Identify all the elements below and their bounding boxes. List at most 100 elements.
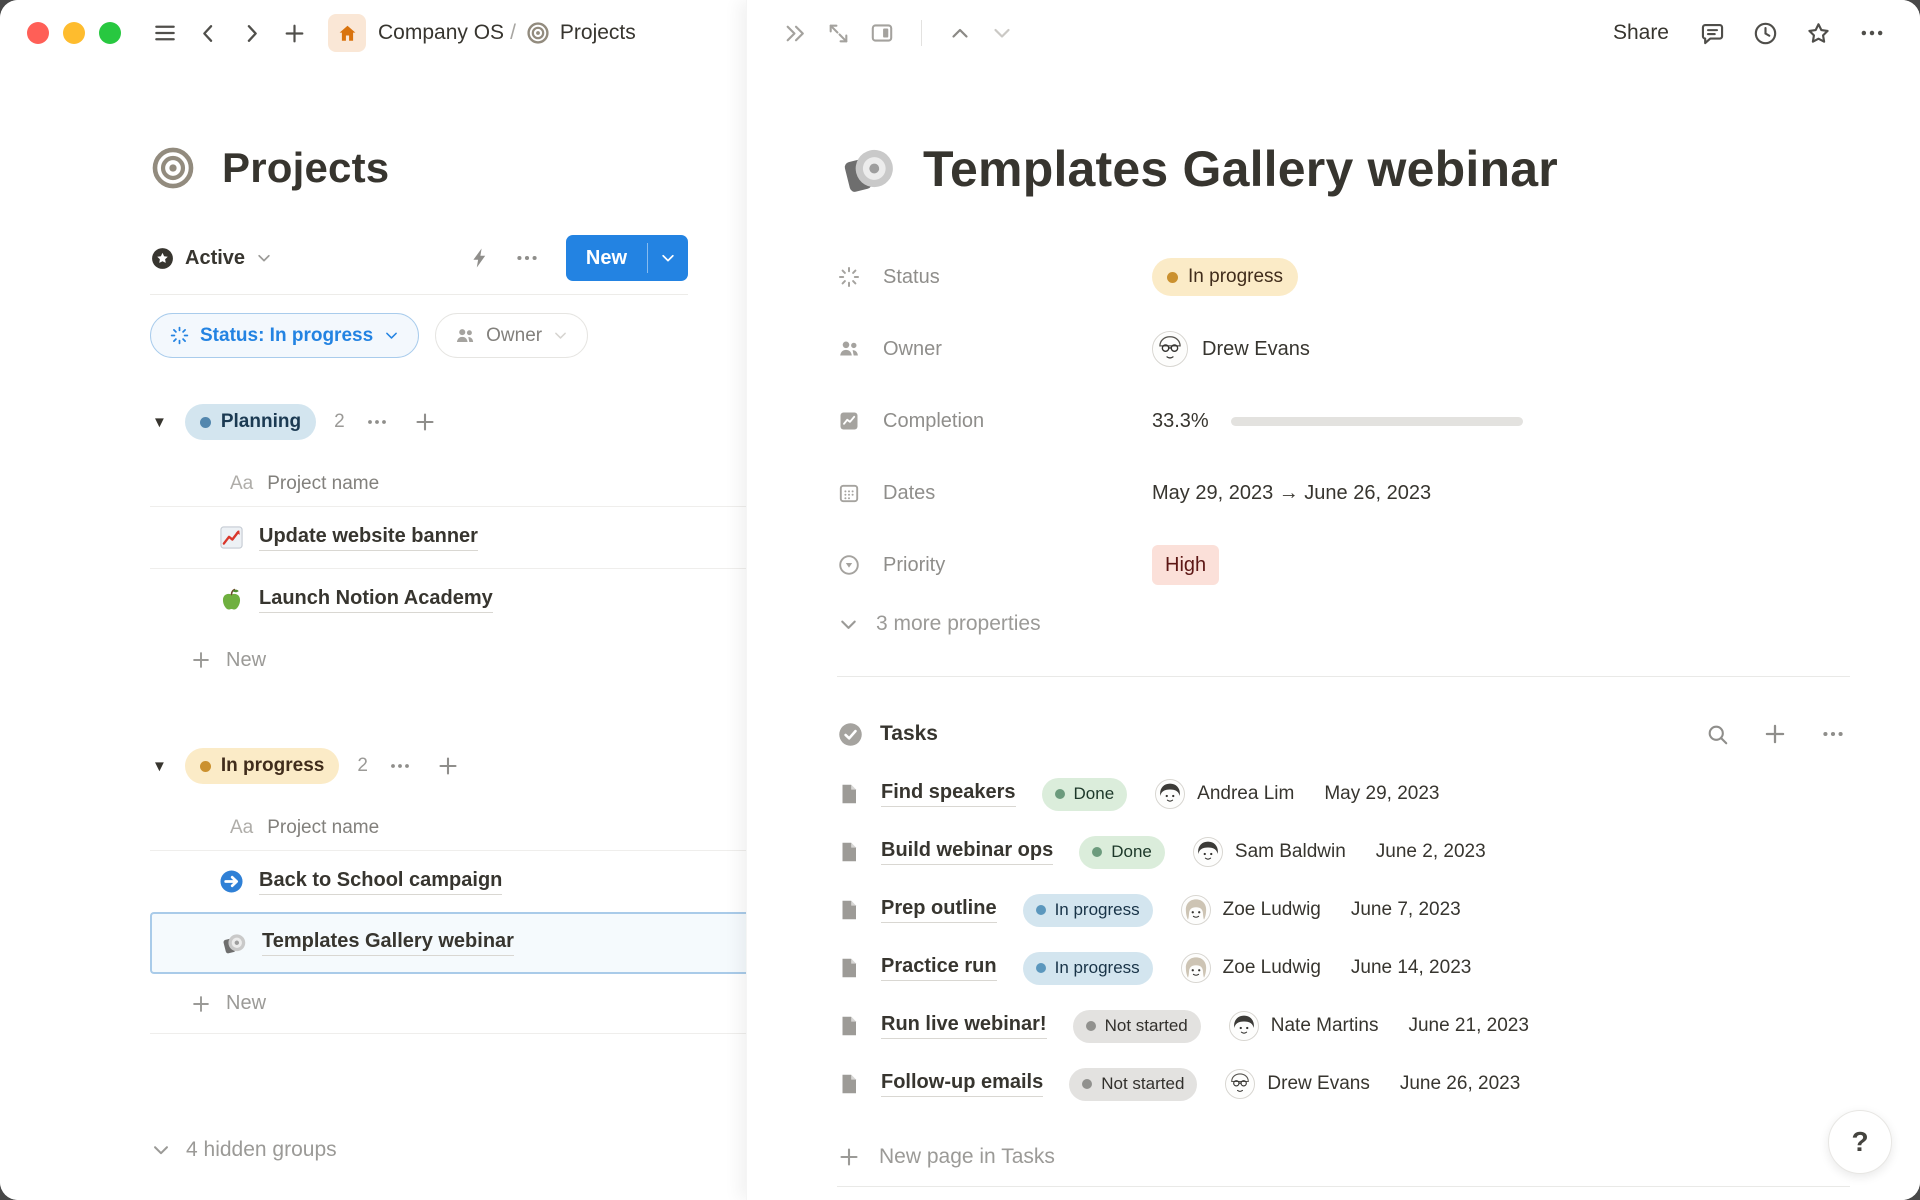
- sidebar-toggle-button[interactable]: [152, 20, 178, 46]
- table-header[interactable]: Aa Project name: [150, 462, 746, 506]
- tasks-add-button[interactable]: [1758, 717, 1792, 751]
- property-label-completion[interactable]: Completion: [837, 409, 1152, 433]
- breadcrumb-workspace[interactable]: Company OS: [378, 21, 504, 45]
- tasks-search-button[interactable]: [1701, 718, 1734, 751]
- avatar: [1181, 953, 1211, 983]
- task-date: June 7, 2023: [1351, 899, 1461, 921]
- task-title[interactable]: Practice run: [881, 955, 997, 981]
- table-row[interactable]: Launch Notion Academy: [150, 568, 746, 630]
- table-row[interactable]: Back to School campaign: [150, 850, 746, 912]
- expand-sidepeek-button[interactable]: [779, 17, 812, 50]
- more-properties-toggle[interactable]: 3 more properties: [837, 612, 1850, 636]
- table-header[interactable]: Aa Project name: [150, 806, 746, 850]
- more-options-button[interactable]: [1852, 13, 1892, 53]
- chevron-right-icon: [249, 26, 256, 41]
- close-window-button[interactable]: [27, 22, 49, 44]
- tasks-options-button[interactable]: [1816, 717, 1850, 751]
- group-toggle[interactable]: ▼: [150, 412, 169, 433]
- nav-back-button[interactable]: [196, 21, 221, 46]
- property-value-priority[interactable]: High: [1152, 545, 1219, 585]
- new-page-button[interactable]: [282, 21, 307, 46]
- task-row[interactable]: Prep outline In progress Zoe Ludwig June…: [837, 881, 1850, 939]
- task-status-badge: In progress: [1023, 952, 1153, 985]
- comments-button[interactable]: [1693, 14, 1732, 53]
- filter-owner-label: Owner: [486, 325, 542, 347]
- property-label-owner[interactable]: Owner: [837, 337, 1152, 361]
- project-title[interactable]: Templates Gallery webinar: [262, 930, 514, 956]
- blue-arrow-emoji-icon: [220, 870, 242, 892]
- view-options-button[interactable]: [510, 241, 544, 275]
- property-value-dates[interactable]: May 29, 2023 → June 26, 2023: [1152, 482, 1431, 505]
- minimize-window-button[interactable]: [63, 22, 85, 44]
- ellipsis-icon: [1862, 31, 1883, 35]
- project-title[interactable]: Back to School campaign: [259, 869, 502, 895]
- task-title[interactable]: Build webinar ops: [881, 839, 1053, 865]
- plus-icon: [194, 997, 208, 1011]
- zoom-window-button[interactable]: [99, 22, 121, 44]
- property-owner: Owner Drew Evans: [837, 320, 1850, 378]
- group-planning-pill[interactable]: Planning: [185, 404, 316, 440]
- add-row-button[interactable]: New: [150, 974, 746, 1034]
- task-status-badge: In progress: [1023, 894, 1153, 927]
- new-button-dropdown[interactable]: [648, 235, 688, 281]
- task-row[interactable]: Follow-up emails Not started Drew Evans …: [837, 1055, 1850, 1113]
- target-page-icon[interactable]: [150, 145, 196, 191]
- side-peek-mode-button[interactable]: [865, 16, 899, 50]
- property-label-priority[interactable]: Priority: [837, 553, 1152, 577]
- task-title[interactable]: Follow-up emails: [881, 1071, 1043, 1097]
- project-title[interactable]: Update website banner: [259, 525, 478, 551]
- favorite-button[interactable]: [1799, 14, 1838, 53]
- table-row-selected[interactable]: Templates Gallery webinar: [150, 912, 746, 974]
- nav-forward-button[interactable]: [239, 21, 264, 46]
- add-row-button[interactable]: New: [150, 630, 746, 690]
- filter-status-chip[interactable]: Status: In progress: [150, 313, 419, 358]
- automation-button[interactable]: [464, 242, 496, 274]
- task-title[interactable]: Prep outline: [881, 897, 997, 923]
- projects-pane: Company OS / Projects Projects Active: [0, 0, 746, 1200]
- group-planning-header: ▼ Planning 2: [150, 404, 746, 440]
- chevron-down-icon: [155, 1147, 167, 1153]
- group-options-button[interactable]: [361, 406, 393, 438]
- group-add-button[interactable]: [432, 750, 464, 782]
- group-toggle[interactable]: ▼: [150, 756, 169, 777]
- open-full-page-button[interactable]: [822, 17, 855, 50]
- task-row[interactable]: Practice run In progress Zoe Ludwig June…: [837, 939, 1850, 997]
- property-value-status[interactable]: In progress: [1152, 258, 1298, 296]
- help-button[interactable]: ?: [1828, 1110, 1892, 1174]
- breadcrumb-page[interactable]: Projects: [560, 21, 636, 45]
- table-row[interactable]: Update website banner: [150, 506, 746, 568]
- status-spinner-icon: [172, 328, 188, 344]
- page-title-row: Projects: [150, 144, 746, 192]
- group-in-progress-pill[interactable]: In progress: [185, 748, 339, 784]
- hidden-groups-toggle[interactable]: 4 hidden groups: [150, 1138, 337, 1162]
- task-title[interactable]: Run live webinar!: [881, 1013, 1047, 1039]
- filter-owner-chip[interactable]: Owner: [435, 313, 588, 358]
- search-icon: [1710, 726, 1727, 743]
- next-page-button[interactable]: [986, 17, 1018, 49]
- task-row[interactable]: Find speakers Done Andrea Lim May 29, 20…: [837, 765, 1850, 823]
- avatar: [1152, 331, 1188, 367]
- ellipsis-icon: [391, 764, 409, 768]
- project-title[interactable]: Launch Notion Academy: [259, 587, 493, 613]
- task-title[interactable]: Find speakers: [881, 781, 1016, 807]
- tab-active-view[interactable]: Active: [150, 246, 273, 271]
- task-row[interactable]: Run live webinar! Not started Nate Marti…: [837, 997, 1850, 1055]
- prev-page-button[interactable]: [944, 17, 976, 49]
- property-value-completion[interactable]: 33.3%: [1152, 410, 1523, 433]
- tasks-title[interactable]: Tasks: [837, 721, 938, 748]
- status-badge: In progress: [1152, 258, 1298, 296]
- property-value-owner[interactable]: Drew Evans: [1152, 331, 1310, 367]
- new-page-in-tasks-button[interactable]: New page in Tasks: [837, 1127, 1850, 1187]
- task-row[interactable]: Build webinar ops Done Sam Baldwin June …: [837, 823, 1850, 881]
- property-label-status[interactable]: Status: [837, 265, 1152, 289]
- star-circle-icon: [152, 248, 173, 269]
- share-button[interactable]: Share: [1603, 15, 1679, 51]
- breadcrumb-home[interactable]: [328, 14, 366, 52]
- group-options-button[interactable]: [384, 750, 416, 782]
- updates-button[interactable]: [1746, 14, 1785, 53]
- new-button[interactable]: New: [566, 235, 647, 281]
- task-assignee: Zoe Ludwig: [1181, 895, 1321, 925]
- property-label-dates[interactable]: Dates: [837, 481, 1152, 505]
- check-circle-icon: [839, 723, 862, 746]
- group-add-button[interactable]: [409, 406, 441, 438]
